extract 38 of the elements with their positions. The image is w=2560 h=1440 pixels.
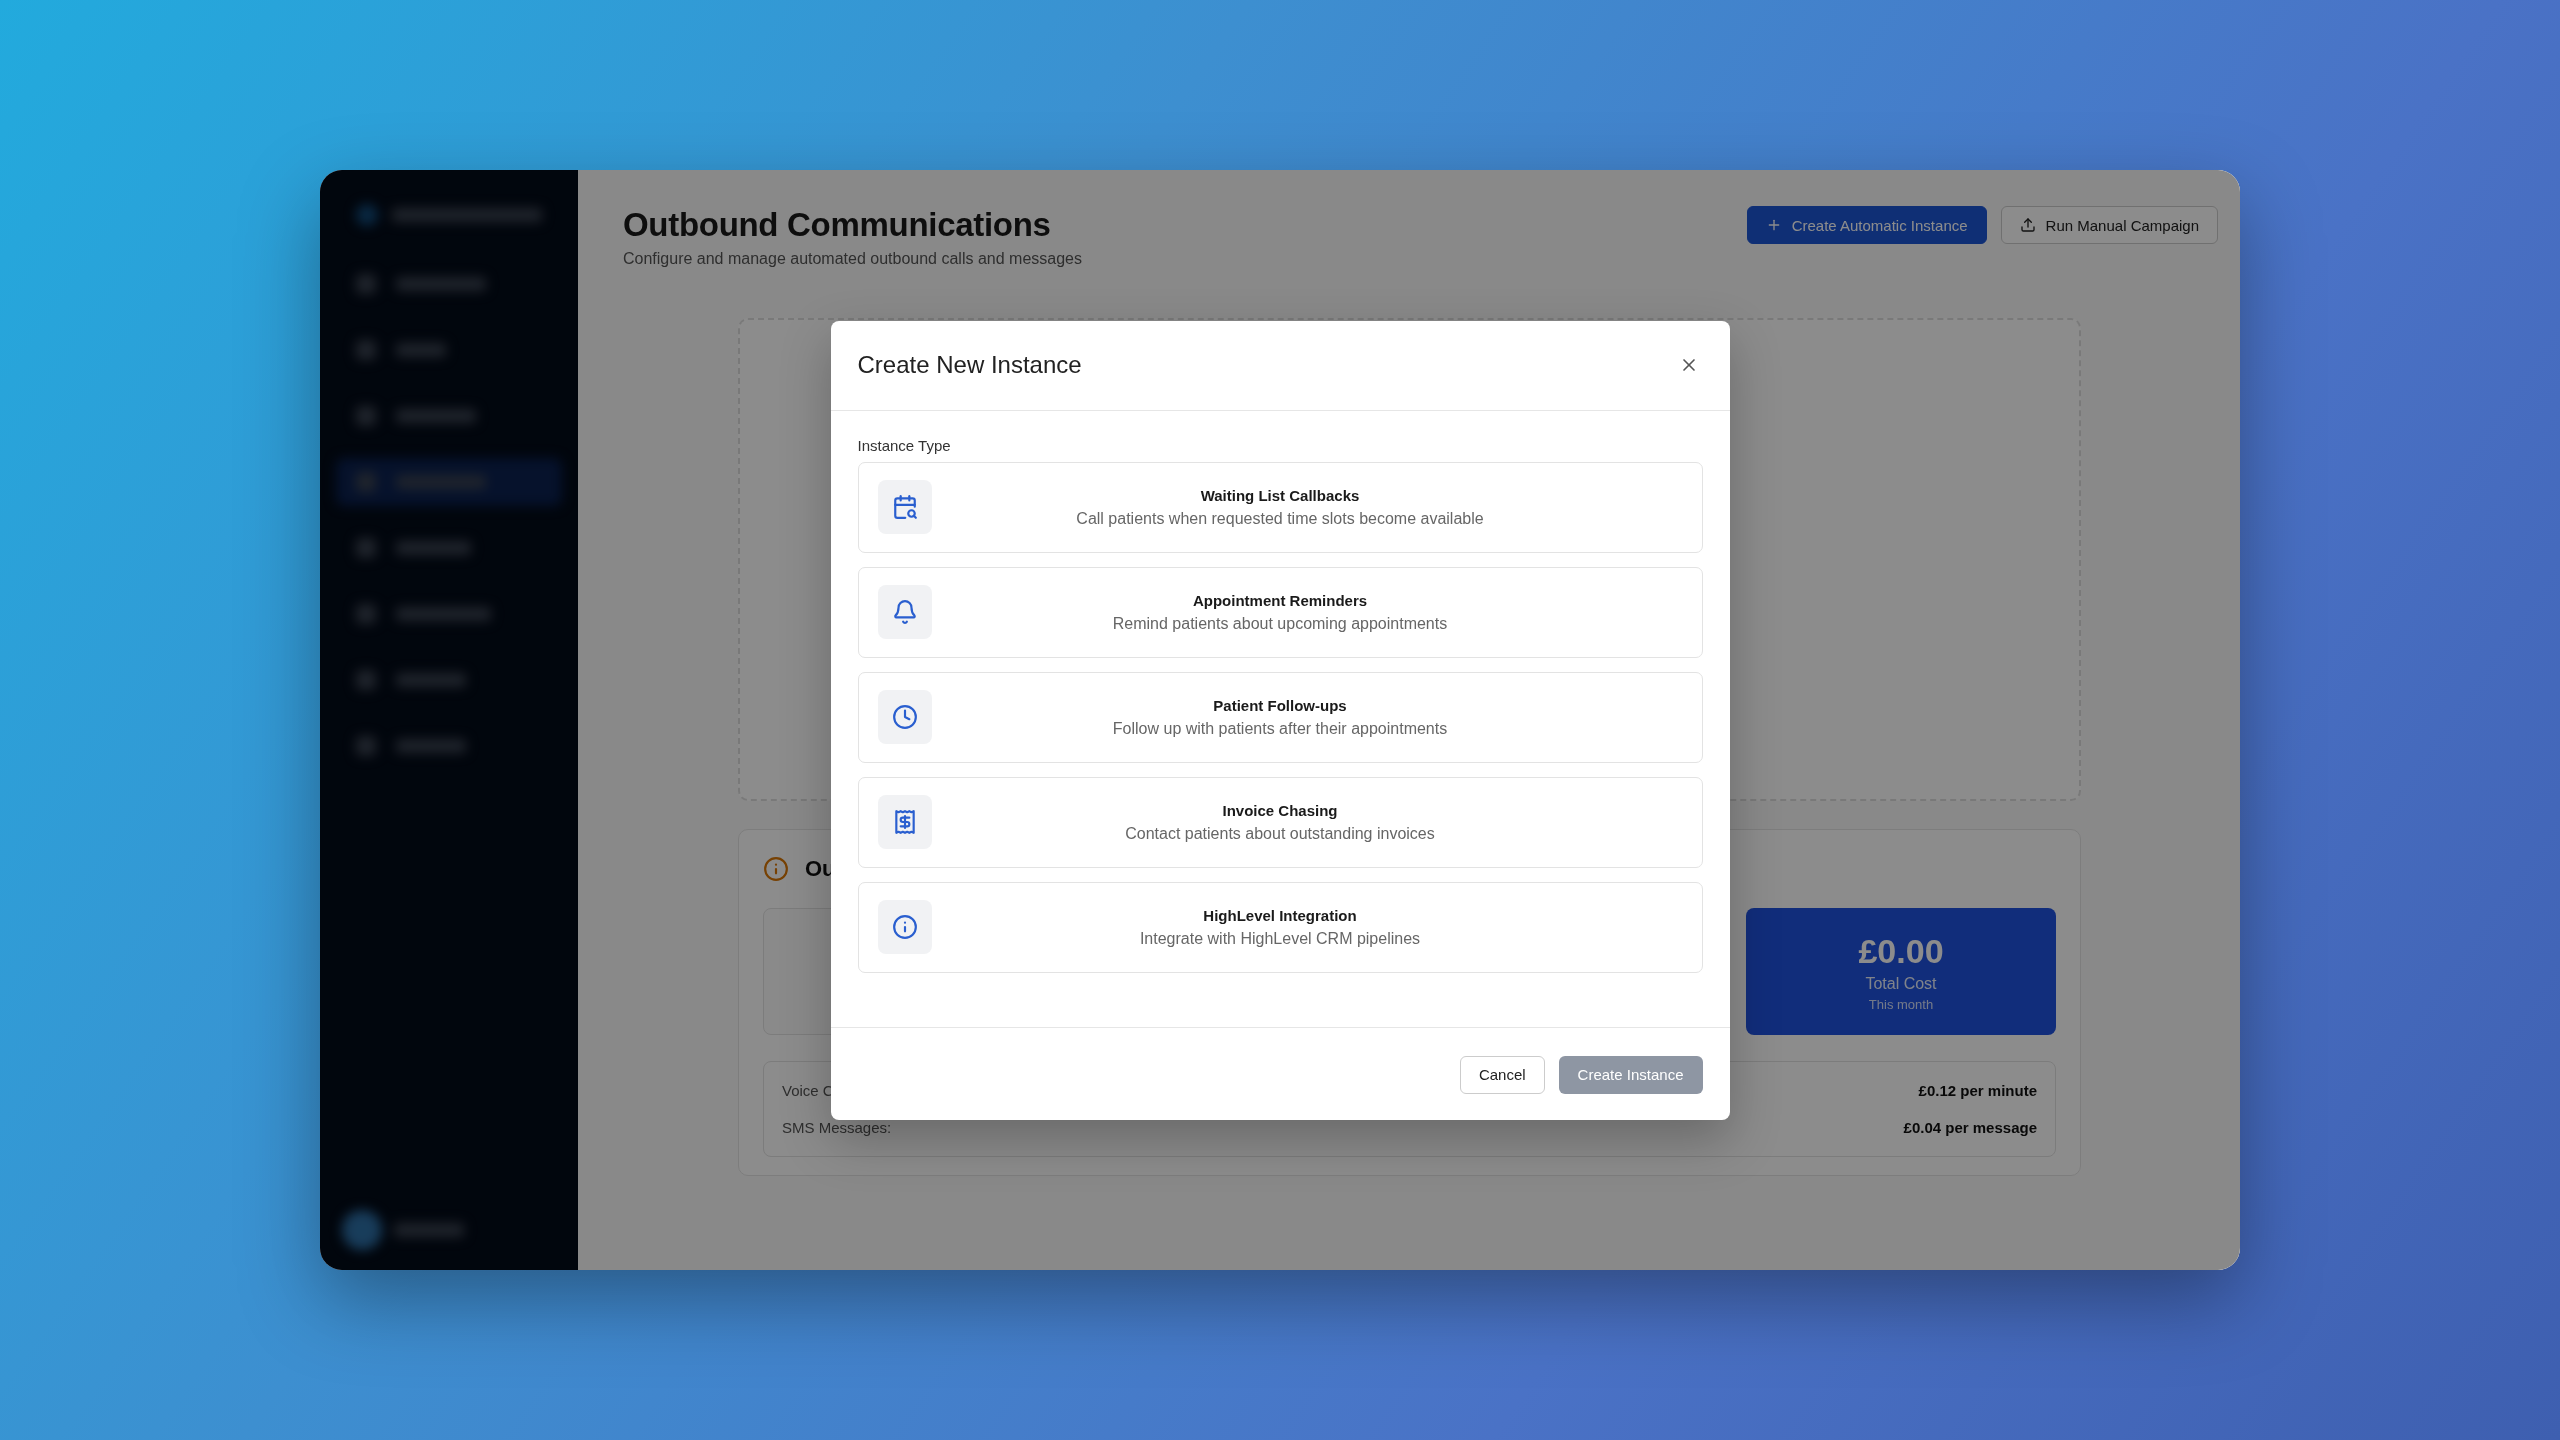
calendar-search-icon bbox=[877, 480, 932, 534]
option-description: Call patients when requested time slots become available bbox=[1076, 509, 1484, 528]
instance-type-option[interactable]: Waiting List Callbacks Call patients when requested time slots become available bbox=[857, 461, 1703, 553]
page-title: Outbound Communications bbox=[623, 206, 1052, 244]
create-automatic-button[interactable]: Create Automatic Instance bbox=[1746, 206, 1987, 244]
option-description: Follow up with patients after their appointments bbox=[1112, 719, 1448, 738]
option-title: Patient Follow-ups bbox=[1213, 696, 1347, 714]
sidebar-item[interactable] bbox=[336, 458, 562, 506]
option-title: HighLevel Integration bbox=[1203, 906, 1357, 924]
run-campaign-button[interactable]: Run Manual Campaign bbox=[2000, 206, 2218, 244]
total-cost-value: £0.00 bbox=[1858, 931, 1944, 971]
logo-icon bbox=[356, 204, 378, 226]
upload-icon bbox=[2019, 217, 2036, 233]
user-avatar[interactable] bbox=[342, 1210, 382, 1250]
bell-icon bbox=[877, 585, 932, 639]
option-title: Invoice Chasing bbox=[1222, 801, 1338, 819]
total-cost-period: This month bbox=[1868, 996, 1934, 1012]
pricing-label: SMS Messages: bbox=[782, 1119, 892, 1136]
option-description: Remind patients about upcoming appointments bbox=[1112, 614, 1448, 633]
pricing-value: £0.12 per minute bbox=[1918, 1082, 2037, 1099]
cancel-button[interactable]: Cancel bbox=[1459, 1055, 1545, 1094]
clock-icon bbox=[877, 690, 932, 744]
total-cost-label: Total Cost bbox=[1865, 974, 1937, 993]
modal-title: Create New Instance bbox=[857, 351, 1082, 379]
option-title: Appointment Reminders bbox=[1192, 591, 1368, 609]
instance-type-option[interactable]: HighLevel Integration Integrate with HighLevel CRM pipelines bbox=[857, 881, 1703, 973]
option-title: Waiting List Callbacks bbox=[1200, 486, 1360, 504]
pricing-value: £0.04 per message bbox=[1903, 1119, 2037, 1136]
instance-type-option[interactable]: Appointment Reminders Remind patients about upcoming appointments bbox=[857, 566, 1703, 658]
receipt-icon bbox=[877, 795, 932, 849]
info-icon bbox=[877, 900, 932, 954]
field-label: Instance Type bbox=[857, 436, 952, 454]
option-description: Contact patients about outstanding invoices bbox=[1125, 824, 1435, 843]
page-subtitle: Configure and manage automated outbound calls and messages bbox=[623, 250, 1082, 268]
option-description: Integrate with HighLevel CRM pipelines bbox=[1139, 929, 1421, 948]
instance-type-option[interactable]: Patient Follow-ups Follow up with patients after their appointments bbox=[857, 671, 1703, 763]
instance-type-option[interactable]: Invoice Chasing Contact patients about outstanding invoices bbox=[857, 776, 1703, 868]
info-icon bbox=[763, 856, 789, 882]
